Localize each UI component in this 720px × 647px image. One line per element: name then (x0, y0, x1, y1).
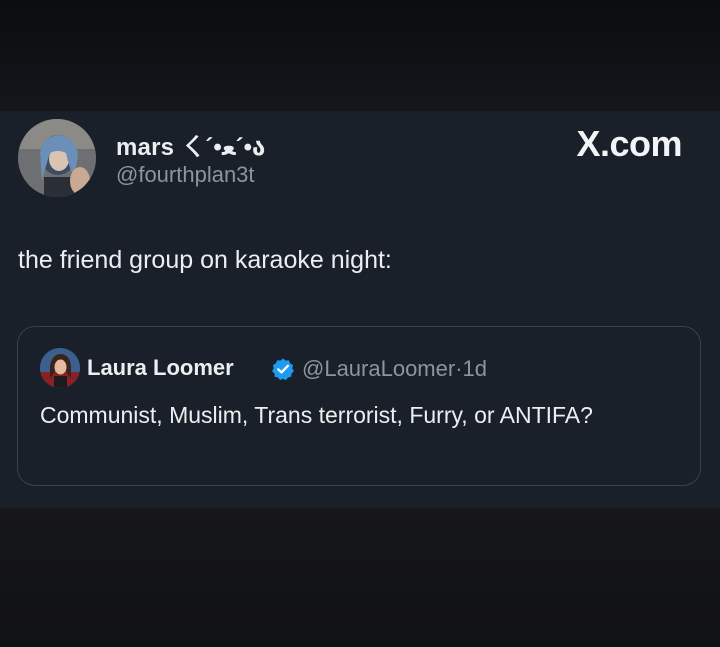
meta-separator: · (455, 356, 463, 381)
quoted-author-avatar-image (40, 348, 80, 388)
quoted-tweet-meta: @LauraLoomer·1d (302, 356, 487, 382)
quoted-tweet-card[interactable]: Laura Loomer @LauraLoomer·1d Communist, … (17, 326, 701, 486)
quoted-tweet-text: Communist, Muslim, Trans terrorist, Furr… (40, 402, 593, 428)
top-dark-band (0, 0, 720, 111)
quoted-author-handle[interactable]: @LauraLoomer (302, 356, 455, 381)
author-avatar-image (18, 119, 96, 197)
verified-badge-icon (272, 358, 294, 381)
tweet-text: the friend group on karaoke night: (18, 246, 392, 274)
author-handle[interactable]: @fourthplan3t (116, 162, 255, 188)
bottom-dark-band (0, 508, 720, 647)
author-avatar[interactable] (18, 119, 96, 197)
quoted-tweet-age[interactable]: 1d (463, 356, 487, 381)
quoted-author-avatar[interactable] (40, 348, 80, 388)
author-display-name[interactable]: mars ㄑ´•ﻌ´•ა (116, 127, 265, 162)
x-com-logo: X.com (576, 123, 682, 164)
screenshot-frame: mars ㄑ´•ﻌ´•ა @fourthplan3t X.com the fri… (0, 0, 720, 647)
quoted-author-display-name[interactable]: Laura Loomer (87, 355, 234, 381)
